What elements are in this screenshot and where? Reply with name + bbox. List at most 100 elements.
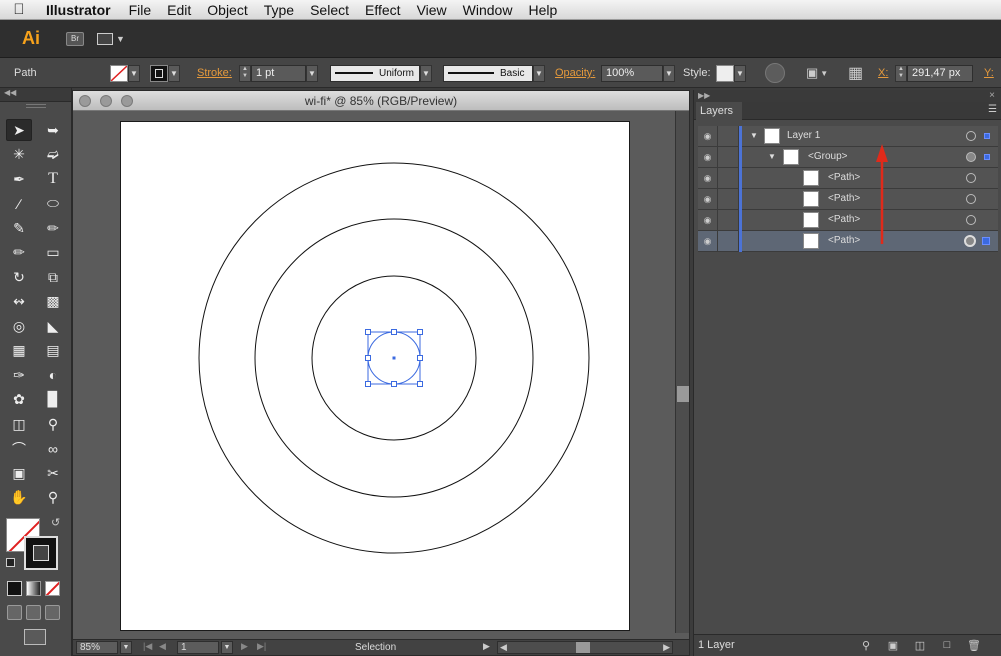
fill-dropdown-button[interactable]: ▼ xyxy=(128,64,140,82)
locate-object-icon[interactable]: ⚲ xyxy=(859,638,873,652)
lock-toggle[interactable] xyxy=(719,189,739,210)
layer-row[interactable]: ◉ <Path> xyxy=(698,210,998,231)
target-circle-icon[interactable] xyxy=(966,152,976,162)
graphic-style-control[interactable]: ▼ xyxy=(716,58,746,88)
symbol-sprayer-tool[interactable]: ✿ xyxy=(6,389,32,411)
shape-builder-tool[interactable]: ◎ xyxy=(6,315,32,337)
gradient-mode-button[interactable] xyxy=(26,581,41,596)
layer-row[interactable]: ◉ ▼ <Group> xyxy=(698,147,998,168)
stroke-weight-control[interactable]: ▲ ▼ 1 pt ▼ xyxy=(239,58,318,88)
line-segment-tool[interactable]: ∕ xyxy=(6,193,32,215)
menu-object[interactable]: Object xyxy=(199,2,255,18)
zoom-level-field[interactable]: 85% xyxy=(76,641,118,654)
visibility-eye-icon[interactable]: ◉ xyxy=(698,168,718,189)
zoom-tool[interactable]: ⚲ xyxy=(40,487,66,509)
tools-panel-header[interactable]: ◀◀ xyxy=(0,88,71,102)
last-artboard-button[interactable]: ▶| xyxy=(257,641,266,652)
opacity-panel-link[interactable]: Opacity: xyxy=(555,58,595,88)
draw-behind-button[interactable] xyxy=(26,605,41,620)
variable-width-profile[interactable]: Uniform ▼ xyxy=(330,58,432,88)
lasso-tool[interactable]: ➫ xyxy=(40,144,66,166)
disclosure-triangle-icon[interactable]: ▼ xyxy=(750,131,758,140)
selection-indicator[interactable] xyxy=(984,133,990,139)
pencil-tool[interactable]: ✏ xyxy=(40,217,66,239)
lock-toggle[interactable] xyxy=(719,147,739,168)
opacity-input[interactable]: 100% xyxy=(601,64,663,82)
menu-help[interactable]: Help xyxy=(520,2,565,18)
lock-toggle[interactable] xyxy=(719,126,739,147)
brush-definition[interactable]: Basic ▼ xyxy=(443,58,545,88)
mesh-tool[interactable]: ▦ xyxy=(6,340,32,362)
scroll-right-arrow[interactable]: ▶ xyxy=(663,642,670,653)
menu-view[interactable]: View xyxy=(409,2,455,18)
magic-wand-tool[interactable]: ✳ xyxy=(6,144,32,166)
type-tool[interactable]: T xyxy=(40,168,66,190)
apple-icon[interactable]:  xyxy=(0,1,38,18)
zoom-dropdown[interactable]: ▼ xyxy=(120,641,132,654)
previous-artboard-button[interactable]: ◀ xyxy=(159,641,166,652)
next-artboard-button[interactable]: ▶ xyxy=(241,641,248,652)
opacity-dropdown[interactable]: ▼ xyxy=(663,64,675,82)
artboard[interactable] xyxy=(120,121,630,631)
draw-normal-button[interactable] xyxy=(7,605,22,620)
selection-tool[interactable]: ➤ xyxy=(6,119,32,142)
fill-color-control[interactable]: ▼ xyxy=(110,58,140,88)
layer-name[interactable]: <Path> xyxy=(828,172,860,183)
stroke-dropdown-button[interactable]: ▼ xyxy=(168,64,180,82)
artboard-tool[interactable]: ◫ xyxy=(6,413,32,435)
target-circle-icon[interactable] xyxy=(966,194,976,204)
fill-stroke-selector[interactable]: ↺ xyxy=(6,517,66,578)
layer-row[interactable]: ◉ ▼ Layer 1 xyxy=(698,126,998,147)
menu-edit[interactable]: Edit xyxy=(159,2,199,18)
trash-icon[interactable]: 🗑 xyxy=(967,638,981,652)
stroke-weight-input[interactable]: 1 pt xyxy=(251,64,306,82)
perspective-grid-tool[interactable]: ◣ xyxy=(40,315,66,337)
blend-tool[interactable]: ◐ xyxy=(40,364,66,386)
graphic-style-swatch[interactable] xyxy=(716,64,734,82)
scroll-left-arrow[interactable]: ◀ xyxy=(500,642,507,653)
close-window-button[interactable] xyxy=(79,95,91,107)
horizontal-scrollbar[interactable]: ◀ ▶ xyxy=(497,641,673,654)
none-mode-button[interactable] xyxy=(45,581,60,596)
target-circle-icon[interactable] xyxy=(966,215,976,225)
ellipse-tool[interactable]: ⬭ xyxy=(40,193,66,215)
color-mode-button[interactable] xyxy=(7,581,22,596)
profile-dropdown[interactable]: ▼ xyxy=(420,64,432,82)
lock-toggle[interactable] xyxy=(719,231,739,252)
vertical-scrollbar[interactable] xyxy=(675,111,689,633)
menu-file[interactable]: File xyxy=(121,2,160,18)
menu-effect[interactable]: Effect xyxy=(357,2,409,18)
draw-inside-button[interactable] xyxy=(45,605,60,620)
panel-grip[interactable] xyxy=(25,104,46,108)
layer-name[interactable]: Layer 1 xyxy=(787,130,820,141)
x-position-control[interactable]: ▲ ▼ 291,47 px xyxy=(895,58,973,88)
measure-tool[interactable]: ∞ xyxy=(40,438,66,460)
layer-row[interactable]: ◉ <Path> xyxy=(698,189,998,210)
arrange-documents-button[interactable]: ▼ xyxy=(97,32,125,45)
scale-tool[interactable]: ⧉ xyxy=(40,266,66,288)
bridge-button[interactable]: Br xyxy=(66,31,84,46)
visibility-eye-icon[interactable]: ◉ xyxy=(698,231,718,252)
layer-name[interactable]: <Path> xyxy=(828,193,860,204)
layers-panel-header[interactable]: ▶▶ × xyxy=(694,90,1001,102)
y-position-link[interactable]: Y: xyxy=(984,58,994,88)
stroke-panel-link[interactable]: Stroke: xyxy=(197,58,232,88)
stroke-swatch[interactable] xyxy=(150,64,168,82)
screen-mode-button[interactable] xyxy=(24,629,46,645)
visibility-eye-icon[interactable]: ◉ xyxy=(698,147,718,168)
curvature-tool[interactable]: ⌒ xyxy=(6,438,32,460)
stroke-weight-dropdown[interactable]: ▼ xyxy=(306,64,318,82)
slice-tool[interactable]: ⚲ xyxy=(40,413,66,435)
minimize-window-button[interactable] xyxy=(100,95,112,107)
zoom-window-button[interactable] xyxy=(121,95,133,107)
layer-row[interactable]: ◉ <Path> xyxy=(698,168,998,189)
recolor-artwork-button[interactable] xyxy=(765,58,785,88)
menu-window[interactable]: Window xyxy=(455,2,521,18)
close-panel-icon[interactable]: × xyxy=(989,90,995,101)
brush-dropdown[interactable]: ▼ xyxy=(533,64,545,82)
x-position-stepper[interactable]: ▲ ▼ xyxy=(895,64,907,82)
artboard-number-field[interactable]: 1 xyxy=(177,641,219,654)
hand-tool[interactable]: ✋ xyxy=(6,487,32,509)
stroke-weight-stepper[interactable]: ▲ ▼ xyxy=(239,64,251,82)
status-tool-label[interactable]: Selection xyxy=(355,642,396,653)
